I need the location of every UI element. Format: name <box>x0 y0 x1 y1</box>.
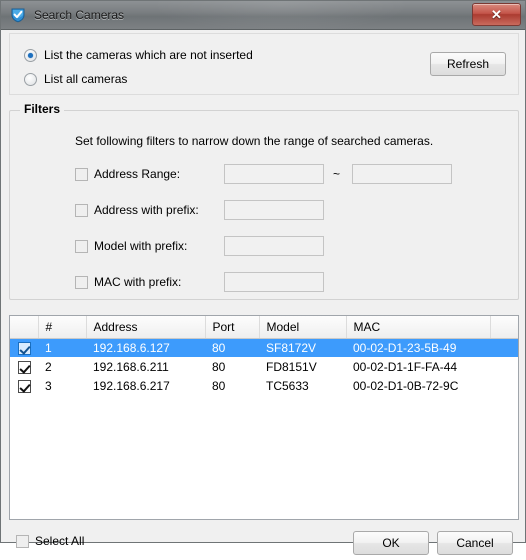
th-model[interactable]: Model <box>259 316 347 339</box>
label-model-prefix: Model with prefix: <box>94 239 188 253</box>
input-address-prefix[interactable] <box>224 200 324 220</box>
radio-label-list-all: List all cameras <box>44 72 128 86</box>
table-row[interactable]: 3 192.168.6.217 80 TC5633 00-02-D1-0B-72… <box>10 376 518 395</box>
th-select[interactable] <box>10 316 39 339</box>
filters-description: Set following filters to narrow down the… <box>75 134 434 148</box>
radio-list-all[interactable]: List all cameras <box>24 72 127 86</box>
cell-model: SF8172V <box>259 338 346 357</box>
filter-mac-prefix-row[interactable]: MAC with prefix: <box>75 272 181 292</box>
cell-address: 192.168.6.211 <box>93 359 169 374</box>
cell-address: 192.168.6.127 <box>86 338 205 357</box>
input-address-range-start[interactable] <box>224 164 324 184</box>
refresh-button[interactable]: Refresh <box>430 52 506 76</box>
radio-list-not-inserted[interactable]: List the cameras which are not inserted <box>24 48 253 62</box>
filters-group: Filters Set following filters to narrow … <box>9 102 519 300</box>
radio-icon-selected[interactable] <box>24 48 37 62</box>
title-bar[interactable]: Search Cameras ✕ <box>1 1 525 30</box>
cell-index: 2 <box>45 359 52 374</box>
th-index[interactable]: # <box>38 316 87 339</box>
cell-index: 1 <box>38 338 86 357</box>
row-checkbox-cell[interactable] <box>10 338 38 357</box>
checkbox-row-1[interactable] <box>17 341 31 355</box>
row-checkbox-cell[interactable] <box>10 357 38 376</box>
cell-mac: 00-02-D1-1F-FA-44 <box>353 359 458 374</box>
checkbox-select-all[interactable] <box>16 534 29 548</box>
table-row[interactable]: 2 192.168.6.211 80 FD8151V 00-02-D1-1F-F… <box>10 357 518 376</box>
close-icon: ✕ <box>491 7 502 22</box>
cell-mac: 00-02-D1-0B-72-9C <box>353 378 459 393</box>
filter-address-range-row[interactable]: Address Range: <box>75 164 180 184</box>
table-header-row: # Address Port Model MAC <box>10 316 518 339</box>
input-address-range-end[interactable] <box>352 164 452 184</box>
checkbox-address-range[interactable] <box>75 167 88 181</box>
radio-label-not-inserted: List the cameras which are not inserted <box>44 48 253 62</box>
input-model-prefix[interactable] <box>224 236 324 256</box>
th-address[interactable]: Address <box>86 316 206 339</box>
cell-port: 80 <box>212 378 226 393</box>
cell-index: 3 <box>45 378 52 393</box>
filter-address-prefix-row[interactable]: Address with prefix: <box>75 200 199 220</box>
filter-model-prefix-row[interactable]: Model with prefix: <box>75 236 187 256</box>
radio-icon-unselected[interactable] <box>24 72 37 86</box>
th-port[interactable]: Port <box>205 316 260 339</box>
cell-model: TC5633 <box>266 378 309 393</box>
checkbox-mac-prefix[interactable] <box>75 275 88 289</box>
checkbox-model-prefix[interactable] <box>75 239 88 253</box>
table-row[interactable]: 1 192.168.6.127 80 SF8172V 00-02-D1-23-5… <box>10 338 518 357</box>
search-cameras-dialog: Search Cameras ✕ List the cameras which … <box>0 0 526 555</box>
dialog-footer: Select All OK Cancel <box>9 528 519 560</box>
cell-model: FD8151V <box>266 359 317 374</box>
cell-address: 192.168.6.217 <box>93 378 170 393</box>
th-mac[interactable]: MAC <box>346 316 491 339</box>
cell-spacer <box>490 357 518 376</box>
label-mac-prefix: MAC with prefix: <box>94 275 182 289</box>
cell-port: 80 <box>212 359 226 374</box>
ok-button[interactable]: OK <box>353 531 429 555</box>
label-address-range: Address Range: <box>94 167 181 181</box>
close-button[interactable]: ✕ <box>472 3 521 26</box>
row-checkbox-cell[interactable] <box>10 376 38 395</box>
dialog-client-area: List the cameras which are not inserted … <box>1 30 525 555</box>
cancel-button[interactable]: Cancel <box>437 531 513 555</box>
select-all-row[interactable]: Select All <box>16 534 84 548</box>
cell-port: 80 <box>205 338 259 357</box>
camera-results-table[interactable]: # Address Port Model MAC 1 192.168.6.127… <box>9 315 519 520</box>
label-select-all: Select All <box>35 534 85 548</box>
label-address-prefix: Address with prefix: <box>94 203 199 217</box>
th-spacer <box>490 316 518 339</box>
filters-legend: Filters <box>20 102 65 116</box>
checkbox-row-3[interactable] <box>17 379 31 393</box>
shield-check-icon <box>10 7 26 23</box>
cell-spacer <box>490 376 518 395</box>
cell-spacer <box>490 338 518 357</box>
list-mode-panel: List the cameras which are not inserted … <box>9 33 519 95</box>
window-title: Search Cameras <box>34 8 125 22</box>
cell-mac: 00-02-D1-23-5B-49 <box>346 338 490 357</box>
checkbox-row-2[interactable] <box>17 360 31 374</box>
checkbox-address-prefix[interactable] <box>75 203 88 217</box>
input-mac-prefix[interactable] <box>224 272 324 292</box>
address-range-separator: ~ <box>333 167 341 181</box>
